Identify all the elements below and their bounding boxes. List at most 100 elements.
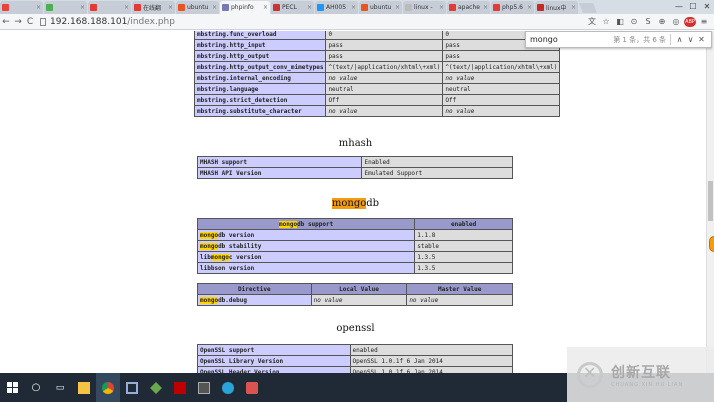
search-taskbar-button[interactable]: ○: [24, 373, 48, 402]
task-view-button[interactable]: ▭: [48, 373, 72, 402]
find-input[interactable]: mongo: [530, 35, 613, 44]
cell-text: no value: [409, 296, 439, 304]
tab-close-icon[interactable]: ×: [123, 4, 129, 11]
maximize-button[interactable]: ☐: [686, 0, 700, 14]
tab-label: apache: [458, 4, 480, 11]
browser-tab[interactable]: ubuntu ×: [359, 1, 402, 14]
tab-label: phpinfo: [231, 4, 254, 11]
table-cell: OpenSSL 1.0.1f 6 Jan 2014: [349, 355, 513, 367]
browser-tab[interactable]: ubuntu ×: [176, 1, 219, 14]
adblock-icon[interactable]: ABP: [684, 16, 696, 27]
table-cell: stable: [414, 240, 513, 252]
cell-text: libbson version: [200, 264, 255, 272]
browser-tab[interactable]: ×: [44, 1, 87, 14]
back-button[interactable]: ←: [0, 17, 12, 27]
menu-icon[interactable]: ≡: [698, 17, 710, 27]
tab-close-icon[interactable]: ×: [35, 4, 41, 11]
app-taskbar-button[interactable]: [240, 373, 264, 402]
app-taskbar-button[interactable]: [192, 373, 216, 402]
explorer-taskbar-button[interactable]: [72, 373, 96, 402]
tab-label: linux中: [546, 5, 567, 12]
table-row: mbstring.internal_encoding no value no val…: [193, 72, 561, 84]
globe-icon: [222, 381, 234, 394]
task-view-icon: ▭: [55, 382, 65, 393]
tab-close-icon[interactable]: ×: [306, 4, 312, 11]
tab-close-icon[interactable]: ×: [262, 4, 268, 11]
browser-tab[interactable]: apache ×: [447, 1, 490, 14]
tab-close-icon[interactable]: ×: [482, 4, 488, 11]
tab-close-icon[interactable]: ×: [167, 4, 173, 11]
table-row: mbstring.http_output pass pass: [193, 50, 561, 62]
minimize-button[interactable]: —: [672, 0, 686, 14]
browser-tab[interactable]: ×: [0, 1, 43, 14]
vertical-scrollbar[interactable]: [706, 31, 714, 373]
reload-button[interactable]: C: [24, 17, 36, 27]
table-row: MHASH support Enabled: [196, 156, 513, 168]
find-highlight: mongo: [210, 253, 229, 261]
tab-close-icon[interactable]: ×: [79, 4, 85, 11]
cell-text: neutral: [328, 85, 354, 93]
table-cell: no value: [325, 72, 444, 84]
tab-close-icon[interactable]: ×: [570, 4, 576, 11]
find-close-button[interactable]: ✕: [696, 35, 707, 44]
close-button[interactable]: ✕: [700, 0, 714, 14]
tab-close-icon[interactable]: ×: [438, 4, 444, 11]
page-icon: [40, 17, 46, 26]
browser-tab[interactable]: php5.6 ×: [491, 1, 534, 14]
find-next-button[interactable]: ∨: [685, 35, 696, 44]
forward-button[interactable]: →: [12, 17, 24, 27]
browser-tab[interactable]: linux中 ×: [535, 1, 578, 14]
browser-tab[interactable]: AH005 ×: [315, 1, 358, 14]
tab-close-icon[interactable]: ×: [211, 4, 217, 11]
table-cell: libbson version: [196, 262, 416, 274]
table-row: OpenSSL Library Version OpenSSL 1.0.1f 6 …: [197, 355, 513, 367]
tab-favicon-icon: [134, 4, 141, 11]
extension-icon[interactable]: ⊕: [656, 17, 668, 27]
table-cell: ^(text/|application/xhtml\+xml): [442, 61, 561, 73]
cell-text: db stability: [218, 242, 262, 250]
app-taskbar-button[interactable]: [144, 373, 168, 402]
tab-close-icon[interactable]: ×: [350, 4, 356, 11]
search-icon: ○: [31, 382, 41, 393]
side-widget-icon[interactable]: [709, 236, 714, 252]
tab-close-icon[interactable]: ×: [526, 4, 532, 11]
table-header-row: mongodb support enabled: [196, 218, 513, 230]
extension-icon[interactable]: ⊙: [628, 17, 640, 27]
table-cell: no value: [406, 294, 513, 306]
app-taskbar-button[interactable]: [216, 373, 240, 402]
table-row: libbson version 1.3.5: [196, 262, 513, 274]
tab-close-icon[interactable]: ×: [394, 4, 400, 11]
scrollbar-thumb[interactable]: [708, 181, 713, 221]
new-tab-button[interactable]: [579, 3, 597, 13]
address-bar[interactable]: 192.168.188.101/index.php: [40, 17, 175, 27]
terminal-icon: [198, 381, 210, 394]
browser-tab[interactable]: ×: [88, 1, 131, 14]
table-cell: mbstring.http_output: [193, 50, 327, 62]
cell-text: mbstring.http_output_conv_mimetypes: [197, 63, 324, 71]
tab-label: 在线翻: [143, 5, 162, 12]
start-button[interactable]: [0, 373, 24, 402]
extension-icon[interactable]: S: [642, 17, 654, 27]
table-cell: Enabled: [361, 156, 513, 168]
chrome-taskbar-button[interactable]: [96, 373, 120, 402]
table-header: Directive: [197, 283, 312, 295]
app-taskbar-button[interactable]: [120, 373, 144, 402]
browser-tab[interactable]: linux - ×: [403, 1, 446, 14]
table-cell: 1.1.8: [414, 229, 513, 241]
cell-text: Off: [328, 96, 340, 104]
translate-icon[interactable]: 文: [586, 17, 598, 27]
tab-favicon-icon: [405, 4, 412, 11]
table-cell: no value: [310, 294, 408, 306]
table-cell: neutral: [325, 83, 444, 95]
table-row: mbstring.strict_detection Off Off: [193, 94, 561, 106]
browser-tab[interactable]: PECL ×: [271, 1, 314, 14]
extension-icon[interactable]: ◧: [614, 17, 626, 27]
filezilla-taskbar-button[interactable]: [168, 373, 192, 402]
section-title-mhash: mhash: [338, 138, 373, 149]
extension-icon[interactable]: ◎: [670, 17, 682, 27]
browser-tab[interactable]: 在线翻 ×: [132, 1, 175, 14]
browser-tab[interactable]: phpinfo ×: [220, 1, 270, 14]
pen-icon: [150, 381, 162, 394]
find-previous-button[interactable]: ∧: [674, 35, 685, 44]
bookmark-star-icon[interactable]: ☆: [600, 17, 612, 27]
